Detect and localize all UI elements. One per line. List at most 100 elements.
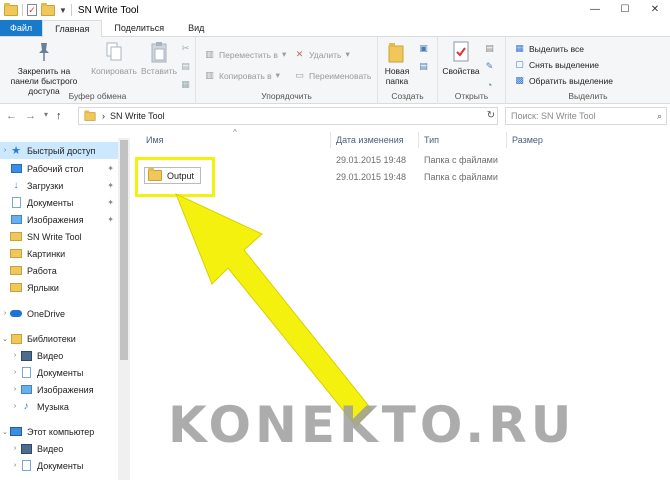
- cut-icon[interactable]: ✂: [180, 43, 191, 54]
- select-all-label: Выделить все: [529, 43, 584, 54]
- collapse-chevron-icon[interactable]: ⌄: [0, 428, 10, 436]
- sidebar-item-pc-video[interactable]: › Видео: [0, 440, 118, 457]
- column-header-name[interactable]: Имя: [146, 135, 164, 145]
- sidebar-item-sn-write-tool[interactable]: SN Write Tool: [0, 228, 118, 245]
- invert-selection-label: Обратить выделение: [529, 75, 613, 86]
- sidebar-item-desktop[interactable]: Рабочий стол ✦: [0, 160, 118, 177]
- select-none-label: Снять выделение: [529, 59, 600, 70]
- video-icon: [20, 443, 32, 454]
- forward-icon[interactable]: →: [25, 110, 36, 122]
- recent-dropdown-icon[interactable]: ▾: [44, 110, 48, 122]
- copy-to-icon: ▥: [205, 70, 214, 80]
- collapse-chevron-icon[interactable]: ⌄: [0, 335, 10, 343]
- search-icon[interactable]: ⌕: [657, 108, 662, 124]
- sidebar-item-onedrive[interactable]: › OneDrive: [0, 305, 118, 322]
- pin-button[interactable]: Закрепить на панели быстрого доступа: [4, 41, 84, 96]
- easy-access-icon[interactable]: ▤: [418, 61, 429, 72]
- paste-shortcut-icon[interactable]: ▦: [180, 79, 191, 90]
- paste-icon: [148, 41, 170, 63]
- sidebar-item-lib-music[interactable]: › ♪ Музыка: [0, 398, 118, 415]
- tab-view[interactable]: Вид: [176, 20, 216, 36]
- divider: [506, 132, 507, 148]
- cloud-icon: [10, 310, 22, 317]
- address-field[interactable]: › SN Write Tool: [78, 107, 498, 125]
- sidebar-item-work[interactable]: Работа: [0, 262, 118, 279]
- maximize-button[interactable]: ☐: [610, 0, 640, 20]
- expand-chevron-icon[interactable]: ›: [10, 445, 20, 452]
- pin-icon[interactable]: ✦: [107, 164, 114, 173]
- tab-file[interactable]: Файл: [0, 20, 43, 36]
- sidebar-item-lib-images[interactable]: › Изображения: [0, 381, 118, 398]
- close-button[interactable]: ✕: [640, 0, 670, 20]
- breadcrumb[interactable]: SN Write Tool: [110, 111, 165, 121]
- properties-label: Свойства: [442, 66, 480, 76]
- expand-chevron-icon[interactable]: ›: [10, 462, 20, 469]
- copy-button[interactable]: Копировать: [88, 41, 140, 76]
- open-icon[interactable]: ▤: [484, 43, 495, 54]
- sidebar-item-label: Документы: [27, 197, 74, 208]
- properties-button[interactable]: Свойства: [442, 41, 480, 76]
- expand-chevron-icon[interactable]: ›: [10, 369, 20, 376]
- sidebar-item-label: Документы: [37, 460, 84, 471]
- up-icon[interactable]: ↑: [56, 110, 62, 122]
- expand-chevron-icon[interactable]: ›: [10, 386, 20, 393]
- pin-icon[interactable]: ✦: [107, 181, 114, 190]
- tab-home[interactable]: Главная: [42, 20, 103, 38]
- pin-icon: [33, 41, 55, 63]
- customize-quick-access-icon[interactable]: ▼: [59, 6, 67, 15]
- new-folder-button[interactable]: Новая папка: [380, 41, 414, 86]
- new-folder-quick-icon[interactable]: [41, 2, 55, 16]
- copy-to-button[interactable]: ▥ Копировать в ▾: [204, 70, 280, 81]
- column-header-size[interactable]: Размер: [512, 135, 543, 145]
- move-to-button[interactable]: ▥ Переместить в ▾: [204, 49, 286, 60]
- column-header-type[interactable]: Тип: [424, 135, 439, 145]
- sidebar-item-quick-access[interactable]: › ★ Быстрый доступ: [0, 142, 118, 159]
- select-none-button[interactable]: ▢ Снять выделение: [514, 59, 599, 70]
- sidebar-item-this-pc[interactable]: ⌄ Этот компьютер: [0, 423, 118, 440]
- sidebar-item-lib-documents[interactable]: › Документы: [0, 364, 118, 381]
- properties-icon: [450, 41, 472, 63]
- paste-button[interactable]: Вставить: [140, 41, 178, 76]
- search-input[interactable]: Поиск: SN Write Tool ⌕: [505, 107, 667, 125]
- history-icon[interactable]: ◔: [484, 79, 495, 90]
- sidebar-item-images[interactable]: Изображения ✦: [0, 211, 118, 228]
- column-header-date[interactable]: Дата изменения: [336, 135, 404, 145]
- expand-chevron-icon[interactable]: ›: [10, 352, 20, 359]
- refresh-icon[interactable]: ↻: [484, 107, 498, 125]
- chevron-down-icon: ▾: [275, 70, 280, 80]
- edit-icon[interactable]: ✎: [484, 61, 495, 72]
- expand-chevron-icon[interactable]: ›: [10, 403, 20, 410]
- sidebar-item-label: Изображения: [37, 384, 94, 395]
- scrollbar-thumb[interactable]: [120, 140, 128, 360]
- new-item-icon[interactable]: ▣: [418, 43, 429, 54]
- sidebar-item-label: Быстрый доступ: [27, 145, 96, 156]
- select-all-button[interactable]: ▦ Выделить все: [514, 43, 584, 54]
- pin-icon[interactable]: ✦: [107, 215, 114, 224]
- invert-selection-button[interactable]: ▩ Обратить выделение: [514, 75, 613, 86]
- copy-path-icon[interactable]: ▤: [180, 61, 191, 72]
- sidebar-item-pictures[interactable]: Картинки: [0, 245, 118, 262]
- table-row[interactable]: 29.01.2015 19:48 Папка с файлами: [136, 169, 670, 186]
- expand-chevron-icon[interactable]: ›: [0, 310, 10, 317]
- divider: [22, 4, 23, 16]
- sidebar-item-libraries[interactable]: ⌄ Библиотеки: [0, 330, 118, 347]
- table-row[interactable]: 29.01.2015 19:48 Папка с файлами: [136, 152, 670, 169]
- back-icon[interactable]: ←: [6, 110, 17, 122]
- sidebar-item-lib-video[interactable]: › Видео: [0, 347, 118, 364]
- sidebar-item-shortcuts[interactable]: Ярлыки: [0, 279, 118, 296]
- tab-share[interactable]: Поделиться: [102, 20, 176, 36]
- sidebar-item-label: Ярлыки: [27, 282, 59, 293]
- properties-quick-icon[interactable]: ✓: [27, 4, 37, 16]
- minimize-button[interactable]: —: [580, 0, 610, 20]
- sidebar-item-documents[interactable]: Документы ✦: [0, 194, 118, 211]
- sidebar-item-downloads[interactable]: ↓ Загрузки ✦: [0, 177, 118, 194]
- rename-button[interactable]: ▭ Переименовать: [294, 70, 371, 81]
- expand-chevron-icon[interactable]: ›: [0, 147, 10, 154]
- pin-icon[interactable]: ✦: [107, 198, 114, 207]
- sidebar-item-pc-documents[interactable]: › Документы: [0, 457, 118, 474]
- delete-button[interactable]: ✕ Удалить ▾: [294, 49, 350, 60]
- breadcrumb-chevron-icon[interactable]: ›: [102, 111, 105, 121]
- copy-icon: [103, 41, 125, 63]
- sidebar-scrollbar[interactable]: [118, 138, 130, 480]
- delete-icon: ✕: [295, 49, 304, 59]
